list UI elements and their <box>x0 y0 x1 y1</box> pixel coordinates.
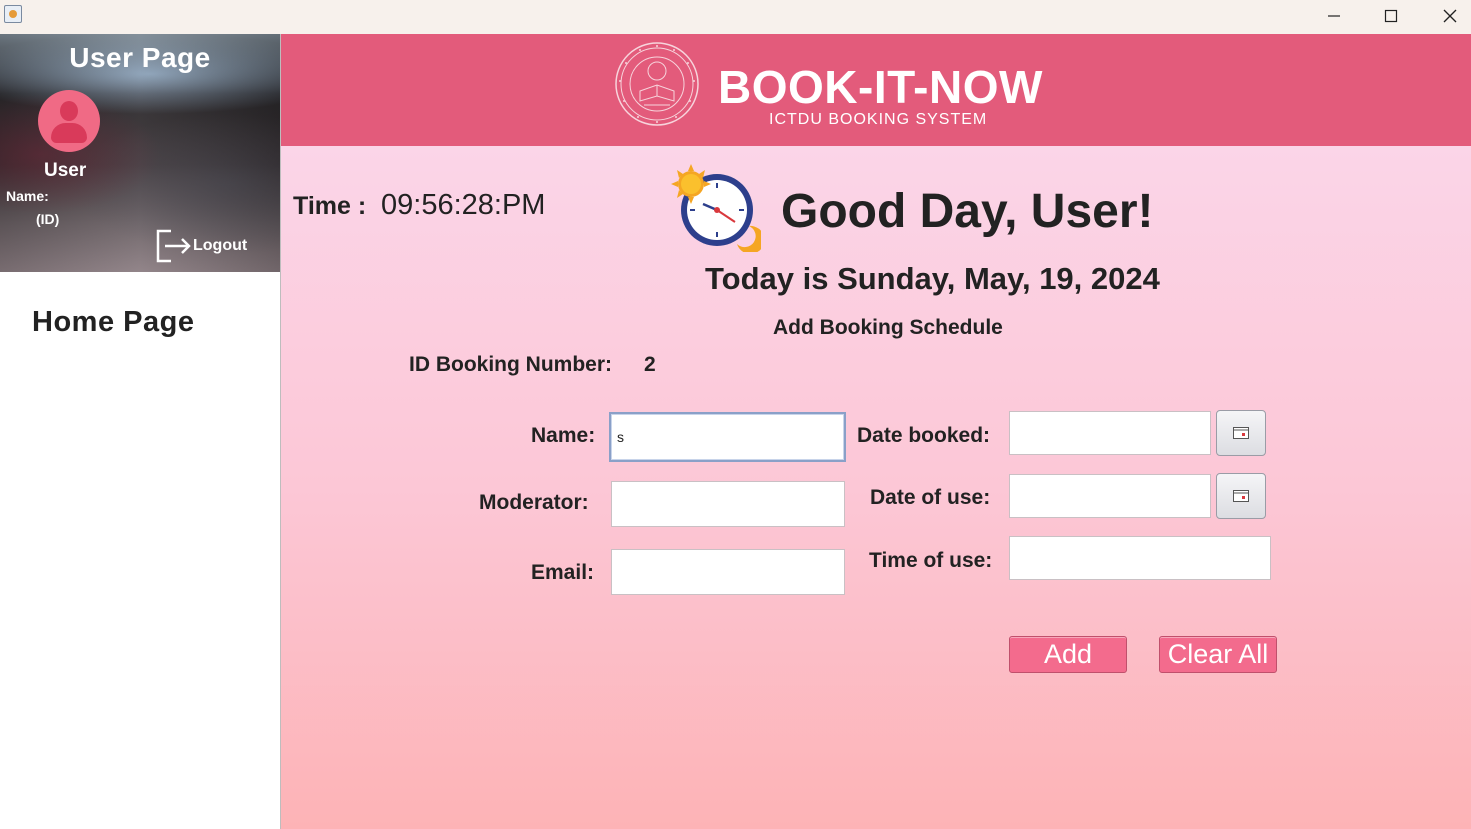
app-title: BOOK-IT-NOW <box>718 61 1043 113</box>
add-booking-title: Add Booking Schedule <box>773 316 1003 339</box>
email-field[interactable] <box>611 549 845 595</box>
date-of-use-field[interactable] <box>1009 474 1211 518</box>
logout-icon <box>156 229 191 263</box>
time-of-use-label: Time of use: <box>869 549 993 572</box>
add-button[interactable]: Add <box>1009 636 1127 673</box>
sidebar-item-home-page[interactable]: Home Page <box>32 306 194 339</box>
clear-all-button[interactable]: Clear All <box>1159 636 1277 673</box>
calendar-icon <box>1233 490 1249 502</box>
minimize-button[interactable] <box>1305 0 1363 32</box>
sidebar-user-panel: User Page User Name: (ID) Logout <box>0 34 280 272</box>
date-booked-field[interactable] <box>1009 411 1211 455</box>
user-label: User <box>44 160 87 181</box>
calendar-icon <box>1233 427 1249 439</box>
java-app-icon <box>4 5 22 23</box>
maximize-icon <box>1384 9 1398 23</box>
date-booked-label: Date booked: <box>857 424 991 447</box>
logout-label: Logout <box>193 237 248 254</box>
time-value: 09:56:28:PM <box>381 189 546 221</box>
name-field[interactable] <box>609 412 846 462</box>
maximize-button[interactable] <box>1362 0 1420 32</box>
clock-sun-moon-icon <box>671 164 761 252</box>
booking-id-value: 2 <box>644 353 656 376</box>
minimize-icon <box>1328 15 1340 17</box>
moderator-label: Moderator: <box>479 491 589 514</box>
sidebar: User Page User Name: (ID) Logout Home Pa… <box>0 34 281 829</box>
window-titlebar <box>0 0 1471 34</box>
university-seal-logo <box>615 42 699 126</box>
close-icon <box>1443 9 1457 23</box>
main-content: Time : 09:56:28:PM Good Day, User! Today… <box>281 146 1471 829</box>
greeting-heading: Good Day, User! <box>781 185 1154 238</box>
app-subtitle: ICTDU BOOKING SYSTEM <box>769 111 988 128</box>
moderator-field[interactable] <box>611 481 845 527</box>
today-date: Today is Sunday, May, 19, 2024 <box>705 261 1160 296</box>
close-button[interactable] <box>1421 0 1471 32</box>
logout-button[interactable]: Logout <box>155 228 247 264</box>
user-avatar-icon <box>38 90 100 152</box>
time-label: Time : <box>293 192 367 220</box>
header-banner: BOOK-IT-NOW ICTDU BOOKING SYSTEM <box>281 34 1471 146</box>
date-of-use-calendar-button[interactable] <box>1216 473 1266 519</box>
user-page-title: User Page <box>69 42 211 73</box>
name-label: Name: <box>531 424 596 447</box>
date-booked-calendar-button[interactable] <box>1216 410 1266 456</box>
time-of-use-field[interactable] <box>1009 536 1271 580</box>
date-of-use-label: Date of use: <box>870 486 991 509</box>
user-name-label: Name: <box>6 188 49 204</box>
user-id-label: (ID) <box>36 211 60 227</box>
email-label: Email: <box>531 561 595 584</box>
booking-id-label: ID Booking Number: <box>409 353 612 376</box>
